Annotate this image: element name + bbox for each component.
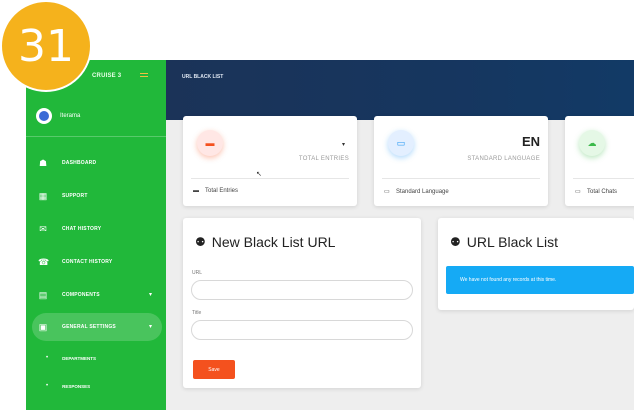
step-number-badge: 31 [0, 0, 92, 92]
sidebar-item-label: Contact History [62, 258, 113, 265]
sidebar-item-label: General Settings [62, 324, 116, 330]
form-title: ⚉ New Black List URL [195, 234, 335, 250]
sidebar: CRUISE 3 Iterama ☗ Dashboard ▦ Support ✉… [26, 60, 166, 410]
url-input[interactable] [191, 280, 413, 300]
empty-state-alert: We have not found any records at this ti… [446, 266, 634, 294]
dropdown-caret-icon[interactable]: ▾ [342, 141, 345, 148]
new-blacklist-form: ⚉ New Black List URL URL Title Save [183, 218, 421, 388]
stat-caption: Standard Language [467, 156, 540, 162]
chevron-down-icon: ▾ [148, 324, 152, 330]
chats-icon: ☁ [579, 130, 605, 156]
menu-toggle-icon[interactable] [140, 73, 148, 79]
stat-footer: ▭ Total Chats [575, 188, 618, 196]
stat-caption: Total Entries [298, 156, 349, 162]
users-icon: ⚉ [450, 235, 461, 249]
save-button[interactable]: Save [193, 360, 235, 379]
sidebar-item-label: Components [62, 291, 100, 298]
top-header: URL Black List [166, 60, 634, 120]
sidebar-subitem-departments[interactable]: • Departments [32, 344, 162, 372]
username: Iterama [60, 113, 81, 119]
stat-value: EN [521, 134, 540, 149]
sidebar-subitem-responses[interactable]: • Responses [32, 372, 162, 400]
divider [573, 178, 634, 179]
dashboard-icon: ☗ [38, 157, 48, 168]
support-icon: ▦ [38, 190, 48, 201]
stat-card-total-entries: ▬ Total Entries ▬ Total Entries [183, 116, 357, 206]
sidebar-item-support[interactable]: ▦ Support [32, 179, 162, 212]
main-content: ▬ Total Entries ▬ Total Entries ▭ EN Sta… [166, 116, 634, 410]
users-icon: ⚉ [195, 235, 206, 249]
stat-footer-label: Total Entries [205, 188, 239, 194]
list-title: ⚉ URL Black List [450, 234, 558, 250]
breadcrumb: URL Black List [182, 74, 224, 80]
contact-history-icon: ☎ [38, 256, 50, 267]
stat-footer-label: Total Chats [587, 188, 618, 195]
url-label: URL [192, 270, 203, 276]
sidebar-nav: ☗ Dashboard ▦ Support ✉ Chat History ☎ C… [32, 146, 162, 400]
sidebar-item-label: Support [62, 192, 88, 199]
general-settings-icon: ▣ [38, 322, 48, 332]
sidebar-item-chat-history[interactable]: ✉ Chat History [32, 212, 162, 245]
sidebar-item-label: Dashboard [62, 159, 97, 166]
mouse-cursor-icon: ↖ [256, 171, 262, 178]
sidebar-item-label: Chat History [62, 225, 102, 232]
sidebar-item-general-settings[interactable]: ▣ General Settings ▾ [32, 313, 162, 341]
stat-footer-label: Standard Language [396, 188, 449, 195]
sidebar-item-components[interactable]: ▤ Components ▾ [32, 278, 162, 311]
sidebar-item-contact-history[interactable]: ☎ Contact History [32, 245, 162, 278]
sidebar-subitem-label: Departments [62, 355, 97, 361]
blacklist-panel: ⚉ URL Black List We have not found any r… [438, 218, 634, 310]
stat-card-total-chats: ☁ ▭ Total Chats [565, 116, 634, 206]
avatar [36, 108, 52, 124]
sidebar-item-dashboard[interactable]: ☗ Dashboard [32, 146, 162, 179]
title-label: Title [192, 310, 202, 316]
sidebar-subitem-label: Responses [62, 383, 91, 389]
divider [26, 136, 166, 137]
app-window: CRUISE 3 Iterama ☗ Dashboard ▦ Support ✉… [0, 0, 634, 410]
bullet-icon: • [46, 383, 49, 389]
stat-footer: ▬ Total Entries [193, 188, 238, 194]
language-icon: ▭ [388, 130, 414, 156]
chats-small-icon: ▭ [575, 189, 581, 195]
bullet-icon: • [46, 355, 49, 361]
stat-card-language: ▭ EN Standard Language ▭ Standard Langua… [374, 116, 548, 206]
divider [382, 178, 540, 179]
divider [191, 178, 349, 179]
user-profile[interactable]: Iterama [36, 106, 80, 126]
form-title-text: New Black List URL [211, 234, 336, 250]
stat-footer: ▭ Standard Language [384, 188, 449, 196]
entries-icon: ▬ [197, 130, 223, 156]
language-small-icon: ▭ [384, 189, 390, 195]
title-input[interactable] [191, 320, 413, 340]
brand-name: CRUISE 3 [92, 73, 122, 79]
chat-history-icon: ✉ [39, 223, 47, 234]
components-icon: ▤ [38, 289, 48, 300]
chevron-down-icon: ▾ [148, 291, 152, 298]
entries-small-icon: ▬ [193, 188, 199, 194]
list-title-text: URL Black List [466, 234, 559, 250]
